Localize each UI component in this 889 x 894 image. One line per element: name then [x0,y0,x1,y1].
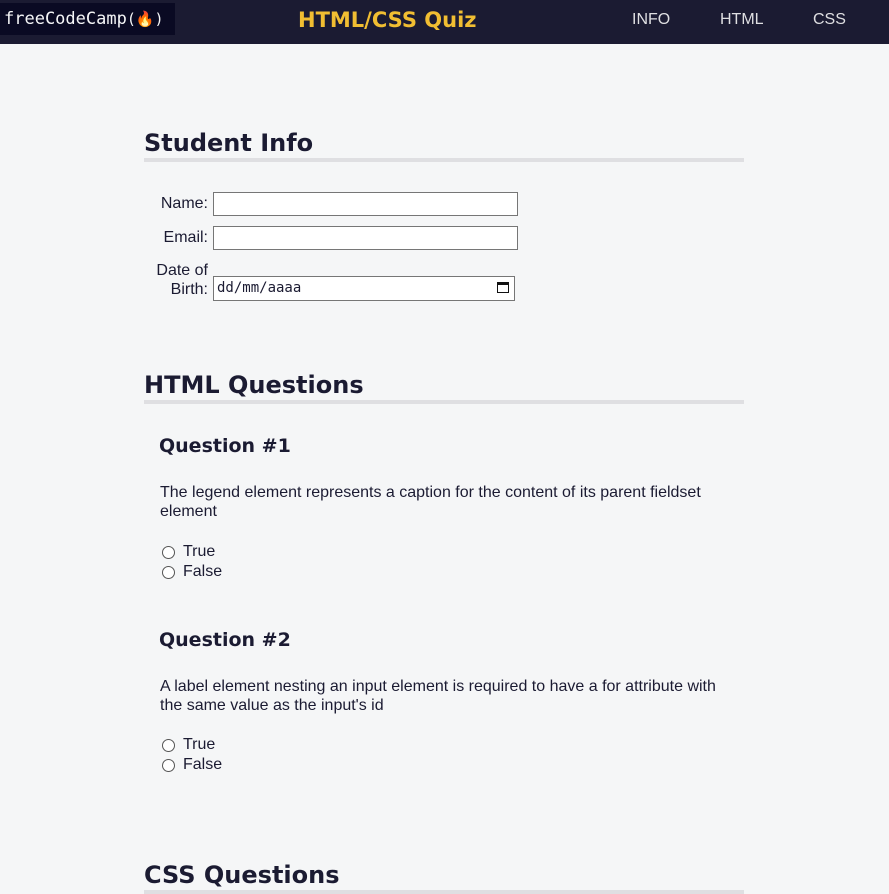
radio-button[interactable] [162,738,175,752]
dob-label-line2: Birth: [170,281,208,298]
html-questions-heading: HTML Questions [144,371,744,404]
dob-date-input[interactable]: dd/mm/aaaa [213,276,515,301]
question-1-title: Question #1 [159,435,291,457]
question-2-title: Question #2 [159,629,291,651]
nav-link-info[interactable]: INFO [632,11,670,29]
option-label[interactable]: False [183,756,222,774]
page-title: HTML/CSS Quiz [298,8,477,32]
radio-button[interactable] [162,565,175,579]
option-label[interactable]: True [183,736,215,754]
freecodecamp-logo[interactable]: freeCodeCamp(🔥) [0,3,175,35]
email-input[interactable] [213,226,518,250]
radio-button[interactable] [162,758,175,772]
question-1-text: The legend element represents a caption … [160,484,701,520]
top-navbar: freeCodeCamp(🔥) HTML/CSS Quiz INFO HTML … [0,0,889,44]
email-label: Email: [163,229,208,246]
option-label[interactable]: True [183,543,215,561]
question-2-option-true[interactable]: True [162,735,215,755]
student-info-heading: Student Info [144,129,744,162]
css-questions-heading: CSS Questions [144,861,744,894]
question-2-option-false[interactable]: False [162,755,222,775]
name-label: Name: [160,195,208,212]
name-input[interactable] [213,192,518,216]
dob-label-line1: Date of [156,262,208,279]
nav-link-html[interactable]: HTML [720,11,764,29]
dob-label: Date of Birth: [150,261,208,299]
logo-text: freeCodeCamp [4,9,127,29]
question-2-text: A label element nesting an input element… [160,678,716,714]
flame-icon: (🔥) [126,10,164,28]
option-label[interactable]: False [183,563,222,581]
question-1-option-false[interactable]: False [162,562,222,582]
nav-link-css[interactable]: CSS [813,11,846,29]
radio-button[interactable] [162,545,175,559]
question-1-option-true[interactable]: True [162,542,215,562]
dob-placeholder: dd/mm/aaaa [217,280,302,296]
calendar-icon[interactable] [497,282,509,293]
